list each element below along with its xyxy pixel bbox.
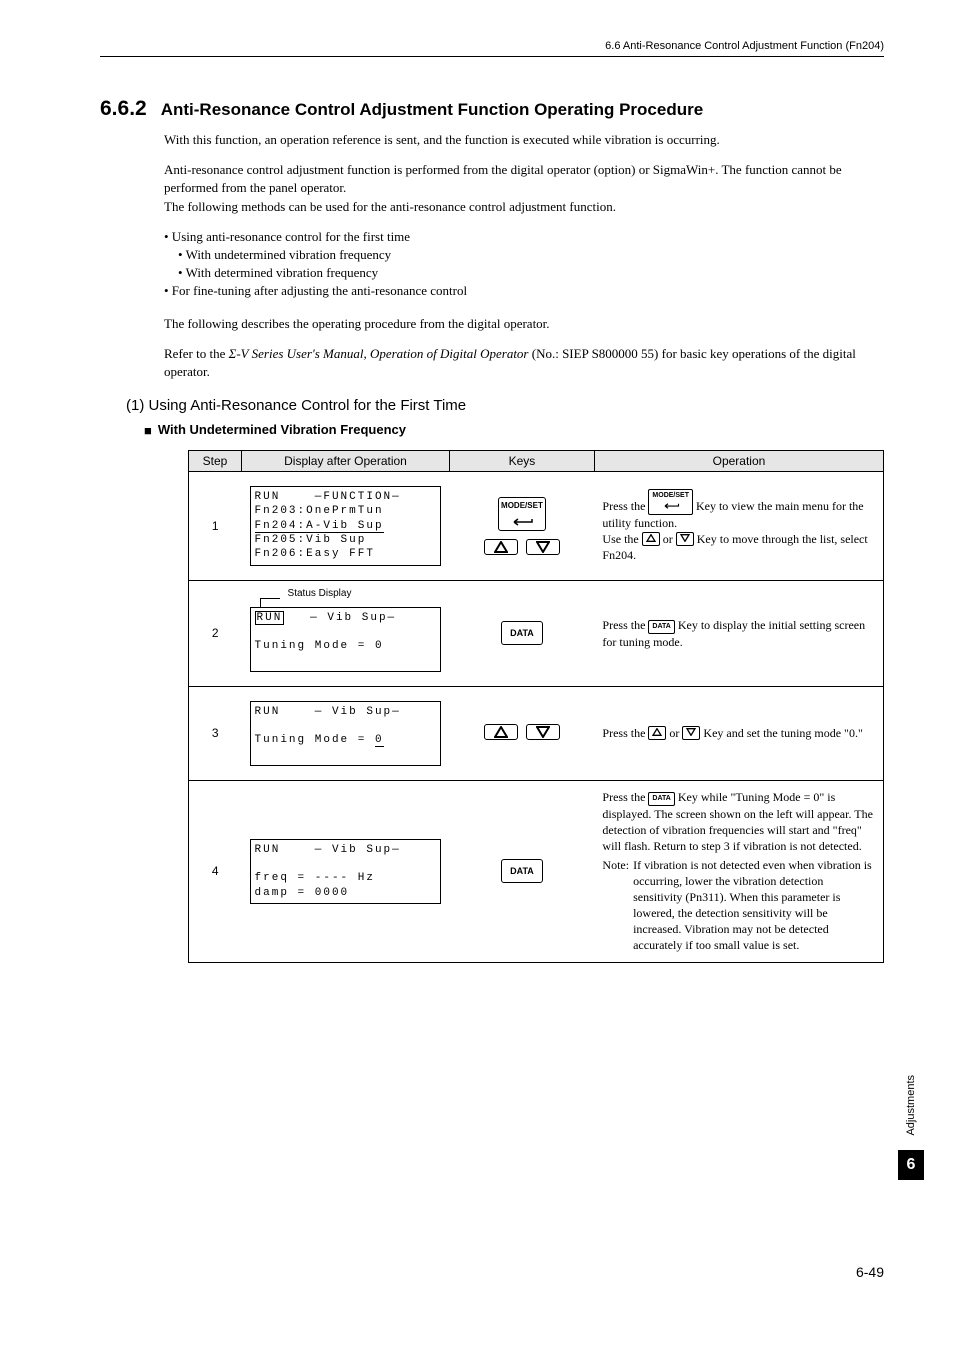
para-intro: With this function, an operation referen… <box>164 131 884 149</box>
lcd-screen: RUN — Vib Sup— Tuning Mode = 0 <box>250 701 442 766</box>
inline-up-key-icon <box>642 532 660 546</box>
op-text: or <box>660 532 676 546</box>
lcd-line: Tuning Mode = <box>255 734 375 746</box>
step-cell: 3 <box>189 686 242 780</box>
data-key-icon: DATA <box>501 621 543 645</box>
sub2-text: With Undetermined Vibration Frequency <box>158 422 406 437</box>
subheading-1: (1) Using Anti-Resonance Control for the… <box>126 397 884 414</box>
op-text: Press the <box>602 726 648 740</box>
lcd-screen: RUN —FUNCTION— Fn203:OnePrmTun Fn204:A-V… <box>250 486 442 565</box>
table-row: 1 RUN —FUNCTION— Fn203:OnePrmTun Fn204:A… <box>189 472 884 580</box>
table-row: 2 Status Display RUN — Vib Sup— Tuning M… <box>189 580 884 686</box>
note-label: Note: <box>602 857 629 954</box>
table-row: 4 RUN — Vib Sup— freq = ---- Hz damp = 0… <box>189 780 884 962</box>
side-tab-label: Adjustments <box>905 1075 917 1136</box>
up-key-icon <box>484 724 518 740</box>
modeset-key-icon: MODE/SET <box>498 497 546 531</box>
lcd-line <box>255 858 264 870</box>
display-cell: RUN —FUNCTION— Fn203:OnePrmTun Fn204:A-V… <box>242 472 450 580</box>
lcd-line <box>255 626 264 638</box>
lcd-line: RUN — Vib Sup— <box>255 706 401 718</box>
para-methods-a: Anti-resonance control adjustment functi… <box>164 162 842 195</box>
lcd-line <box>255 720 264 732</box>
bullet-1b: • With determined vibration frequency <box>178 264 884 282</box>
lcd-line: freq = ---- Hz <box>255 872 375 884</box>
operation-cell: Press the or Key and set the tuning mode… <box>594 686 883 780</box>
lcd-screen: RUN — Vib Sup— freq = ---- Hz damp = 000… <box>250 839 442 904</box>
display-cell: RUN — Vib Sup— freq = ---- Hz damp = 000… <box>242 780 450 962</box>
inline-modeset-key-icon: MODE/SET <box>648 489 693 515</box>
lcd-line: damp = 0000 <box>255 887 350 899</box>
lcd-line: Tuning Mode = 0 <box>255 640 384 652</box>
op-text: Use the <box>602 532 641 546</box>
th-keys: Keys <box>449 451 594 472</box>
note-body: If vibration is not detected even when v… <box>633 857 875 954</box>
status-display-label: Status Display <box>286 588 354 599</box>
lcd-screen: RUN — Vib Sup— Tuning Mode = 0 <box>250 607 442 672</box>
up-key-icon <box>484 539 518 555</box>
subsubheading: ■ With Undetermined Vibration Frequency <box>144 422 884 438</box>
inline-data-key-icon: DATA <box>648 792 674 806</box>
operation-cell: Press the MODE/SET Key to view the main … <box>594 472 883 580</box>
procedure-table: Step Display after Operation Keys Operat… <box>188 450 884 963</box>
step-cell: 2 <box>189 580 242 686</box>
side-tab-number: 6 <box>898 1150 924 1180</box>
bullet-2: • For fine-tuning after adjusting the an… <box>164 282 884 300</box>
lcd-line: RUN — Vib Sup— <box>255 844 401 856</box>
step-cell: 4 <box>189 780 242 962</box>
op-text: or <box>666 726 682 740</box>
keys-cell: MODE/SET <box>449 472 594 580</box>
section-number: 6.6.2 <box>100 97 147 120</box>
inline-data-key-icon: DATA <box>648 620 674 634</box>
down-key-icon <box>526 539 560 555</box>
status-connector-icon <box>260 598 261 608</box>
modeset-label: MODE/SET <box>501 501 543 510</box>
return-arrow-icon <box>510 517 534 526</box>
lcd-run-box: RUN <box>255 611 285 625</box>
sub1-num: (1) <box>126 397 144 414</box>
page-number: 6-49 <box>856 1264 884 1280</box>
section-heading: 6.6.2 Anti-Resonance Control Adjustment F… <box>100 97 884 121</box>
para-refer-italic: Σ-V Series User's Manual, Operation of D… <box>229 346 529 361</box>
side-tab: Adjustments 6 <box>898 1075 924 1180</box>
th-display: Display after Operation <box>242 451 450 472</box>
square-bullet-icon: ■ <box>144 423 152 438</box>
note-block: Note: If vibration is not detected even … <box>602 857 875 954</box>
operation-cell: Press the DATA Key to display the initia… <box>594 580 883 686</box>
lcd-line: — Vib Sup— <box>284 612 396 624</box>
para-describe: The following describes the operating pr… <box>164 315 884 333</box>
section-title: Anti-Resonance Control Adjustment Functi… <box>161 100 703 119</box>
para-refer-a: Refer to the <box>164 346 229 361</box>
bullet-1: • Using anti-resonance control for the f… <box>164 228 884 246</box>
op-text: Key and set the tuning mode "0." <box>700 726 862 740</box>
table-row: 3 RUN — Vib Sup— Tuning Mode = 0 Press t… <box>189 686 884 780</box>
op-text: Press the <box>602 790 648 804</box>
keys-cell: DATA <box>449 780 594 962</box>
display-cell: Status Display RUN — Vib Sup— Tuning Mod… <box>242 580 450 686</box>
display-cell: RUN — Vib Sup— Tuning Mode = 0 <box>242 686 450 780</box>
status-connector-icon <box>260 598 280 599</box>
th-step: Step <box>189 451 242 472</box>
data-key-icon: DATA <box>501 859 543 883</box>
inline-up-key-icon <box>648 726 666 740</box>
running-header: 6.6 Anti-Resonance Control Adjustment Fu… <box>100 40 884 57</box>
bullet-list: • Using anti-resonance control for the f… <box>164 228 884 301</box>
sub1-title: Using Anti-Resonance Control for the Fir… <box>149 397 467 414</box>
bullet-1a: • With undetermined vibration frequency <box>178 246 884 264</box>
th-operation: Operation <box>594 451 883 472</box>
op-text: Press the <box>602 618 648 632</box>
op-text: Press the <box>602 499 648 513</box>
keys-cell <box>449 686 594 780</box>
para-refer: Refer to the Σ-V Series User's Manual, O… <box>164 345 884 381</box>
inline-down-key-icon <box>682 726 700 740</box>
step-cell: 1 <box>189 472 242 580</box>
operation-cell: Press the DATA Key while "Tuning Mode = … <box>594 780 883 962</box>
keys-cell: DATA <box>449 580 594 686</box>
lcd-underlined-digit: 0 <box>375 734 384 747</box>
inline-down-key-icon <box>676 532 694 546</box>
para-methods-b: The following methods can be used for th… <box>164 199 616 214</box>
para-methods: Anti-resonance control adjustment functi… <box>164 161 884 216</box>
down-key-icon <box>526 724 560 740</box>
